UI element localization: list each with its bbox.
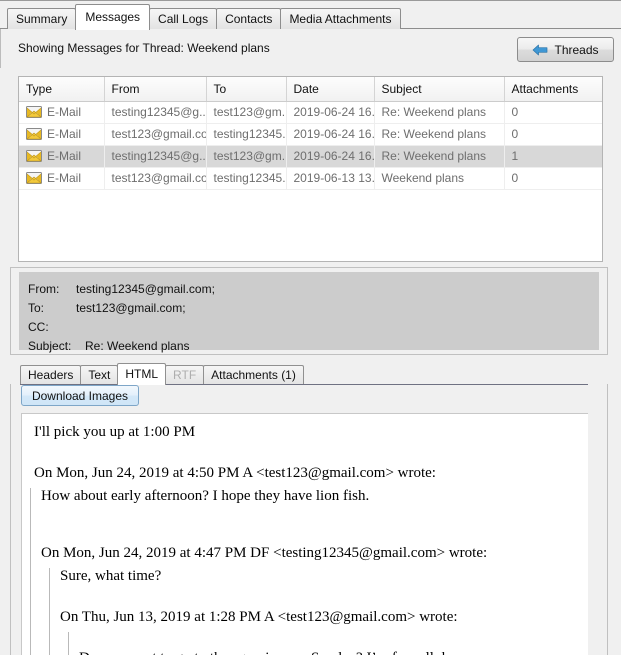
body-spacer bbox=[79, 632, 588, 650]
tab-html-label: HTML bbox=[125, 367, 158, 381]
tab-text-label: Text bbox=[88, 368, 110, 382]
tab-contacts-label: Contacts bbox=[225, 12, 272, 26]
tab-messages-label: Messages bbox=[85, 10, 140, 24]
mail-icon bbox=[26, 128, 42, 140]
to-label: To: bbox=[28, 301, 44, 315]
cell-subject: Re: Weekend plans bbox=[374, 123, 504, 145]
download-images-button[interactable]: Download Images bbox=[21, 385, 139, 406]
cell-from: testing12345@g... bbox=[104, 145, 206, 167]
cell-type: E-Mail bbox=[19, 145, 104, 167]
cell-type-label: E-Mail bbox=[47, 149, 81, 163]
tab-rtf-label: RTF bbox=[173, 368, 196, 382]
cell-to: test123@gm... bbox=[206, 101, 286, 123]
tab-attachments[interactable]: Attachments (1) bbox=[203, 365, 304, 384]
tab-media-attachments-label: Media Attachments bbox=[289, 12, 391, 26]
email-body-html-view[interactable]: I'll pick you up at 1:00 PM On Mon, Jun … bbox=[21, 413, 588, 655]
cell-type-label: E-Mail bbox=[47, 105, 81, 119]
cell-from: test123@gmail.com bbox=[104, 123, 206, 145]
tab-headers[interactable]: Headers bbox=[20, 365, 81, 384]
tab-messages[interactable]: Messages bbox=[75, 4, 150, 30]
from-label: From: bbox=[28, 282, 59, 296]
tab-media-attachments[interactable]: Media Attachments bbox=[280, 8, 400, 29]
quote2-header: On Mon, Jun 24, 2019 at 4:47 PM DF <test… bbox=[41, 545, 588, 562]
quote-level-3: Do you want to go to the aquarium on Sun… bbox=[68, 632, 588, 655]
body-spacer bbox=[41, 511, 588, 545]
quote1-text: How about early afternoon? I hope they h… bbox=[41, 488, 588, 505]
tab-call-logs-label: Call Logs bbox=[158, 12, 208, 26]
cell-type-label: E-Mail bbox=[47, 171, 81, 185]
cell-attachments: 0 bbox=[504, 123, 602, 145]
column-header-from[interactable]: From bbox=[104, 77, 206, 101]
quote3-text: Do you want to go to the aquarium on Sun… bbox=[79, 650, 588, 655]
messages-table-panel[interactable]: Type From To Date Subject Attachments bbox=[18, 76, 603, 262]
tab-text[interactable]: Text bbox=[80, 365, 118, 384]
cell-to: test123@gm... bbox=[206, 145, 286, 167]
cell-subject: Re: Weekend plans bbox=[374, 145, 504, 167]
cell-date: 2019-06-13 13... bbox=[286, 167, 374, 189]
email-header-fields: From: testing12345@gmail.com; To: test12… bbox=[19, 272, 599, 350]
main-tab-list: Summary Messages Call Logs Contacts Medi… bbox=[7, 4, 400, 29]
threads-button-label: Threads bbox=[554, 43, 598, 57]
cell-date: 2019-06-24 16... bbox=[286, 123, 374, 145]
column-header-to[interactable]: To bbox=[206, 77, 286, 101]
table-row-selected[interactable]: E-Mail testing12345@g... test123@gm... 2… bbox=[19, 145, 602, 167]
table-row[interactable]: E-Mail test123@gmail.com testing12345...… bbox=[19, 123, 602, 145]
main-tab-bar: Summary Messages Call Logs Contacts Medi… bbox=[0, 0, 621, 29]
cell-date: 2019-06-24 16... bbox=[286, 145, 374, 167]
tab-headers-label: Headers bbox=[28, 368, 73, 382]
to-value: test123@gmail.com; bbox=[76, 301, 186, 315]
cell-subject: Weekend plans bbox=[374, 167, 504, 189]
table-header-row: Type From To Date Subject Attachments bbox=[19, 77, 602, 101]
column-header-date[interactable]: Date bbox=[286, 77, 374, 101]
column-header-type[interactable]: Type bbox=[19, 77, 104, 101]
cell-date: 2019-06-24 16... bbox=[286, 101, 374, 123]
body-view-tab-bar: Headers Text HTML RTF Attachments (1) bbox=[20, 363, 303, 384]
tab-contacts[interactable]: Contacts bbox=[216, 8, 281, 29]
table-row[interactable]: E-Mail test123@gmail.com testing12345...… bbox=[19, 167, 602, 189]
cc-label: CC: bbox=[28, 320, 49, 334]
messages-table: Type From To Date Subject Attachments bbox=[19, 77, 602, 190]
quote1-header: On Mon, Jun 24, 2019 at 4:50 PM A <test1… bbox=[22, 465, 588, 482]
cell-type: E-Mail bbox=[19, 167, 104, 189]
quote2-text: Sure, what time? bbox=[60, 568, 588, 585]
quote-level-1: How about early afternoon? I hope they h… bbox=[30, 488, 588, 655]
tab-summary-label: Summary bbox=[16, 12, 67, 26]
cell-attachments: 0 bbox=[504, 167, 602, 189]
tab-rtf-disabled: RTF bbox=[165, 365, 204, 384]
mail-icon bbox=[26, 172, 42, 184]
cell-type: E-Mail bbox=[19, 101, 104, 123]
download-images-label: Download Images bbox=[32, 389, 128, 403]
column-header-subject[interactable]: Subject bbox=[374, 77, 504, 101]
body-reply-line: I'll pick you up at 1:00 PM bbox=[22, 424, 588, 441]
body-spacer bbox=[60, 591, 588, 609]
cell-type-label: E-Mail bbox=[47, 127, 81, 141]
subject-label: Subject: bbox=[28, 339, 71, 353]
cell-attachments: 1 bbox=[504, 145, 602, 167]
tab-attachments-label: Attachments (1) bbox=[211, 368, 296, 382]
quote3-header: On Thu, Jun 13, 2019 at 1:28 PM A <test1… bbox=[60, 609, 588, 626]
column-header-attachments[interactable]: Attachments bbox=[504, 77, 602, 101]
table-row[interactable]: E-Mail testing12345@g... test123@gm... 2… bbox=[19, 101, 602, 123]
subject-value: Re: Weekend plans bbox=[85, 339, 190, 353]
cell-from: testing12345@g... bbox=[104, 101, 206, 123]
from-value: testing12345@gmail.com; bbox=[76, 282, 215, 296]
mail-icon bbox=[26, 150, 42, 162]
body-spacer bbox=[22, 447, 588, 465]
mail-icon bbox=[26, 106, 42, 118]
tab-summary[interactable]: Summary bbox=[7, 8, 76, 29]
cell-attachments: 0 bbox=[504, 101, 602, 123]
showing-thread-label: Showing Messages for Thread: Weekend pla… bbox=[18, 41, 270, 55]
quote-level-2: Sure, what time? On Thu, Jun 13, 2019 at… bbox=[49, 568, 588, 655]
cell-to: testing12345... bbox=[206, 123, 286, 145]
threads-button[interactable]: Threads bbox=[517, 37, 614, 62]
email-header-panel: From: testing12345@gmail.com; To: test12… bbox=[10, 267, 608, 355]
cell-from: test123@gmail.com bbox=[104, 167, 206, 189]
tab-call-logs[interactable]: Call Logs bbox=[149, 8, 217, 29]
cell-type: E-Mail bbox=[19, 123, 104, 145]
cell-to: testing12345... bbox=[206, 167, 286, 189]
tab-html[interactable]: HTML bbox=[117, 363, 166, 385]
cell-subject: Re: Weekend plans bbox=[374, 101, 504, 123]
arrow-left-icon bbox=[532, 44, 548, 56]
